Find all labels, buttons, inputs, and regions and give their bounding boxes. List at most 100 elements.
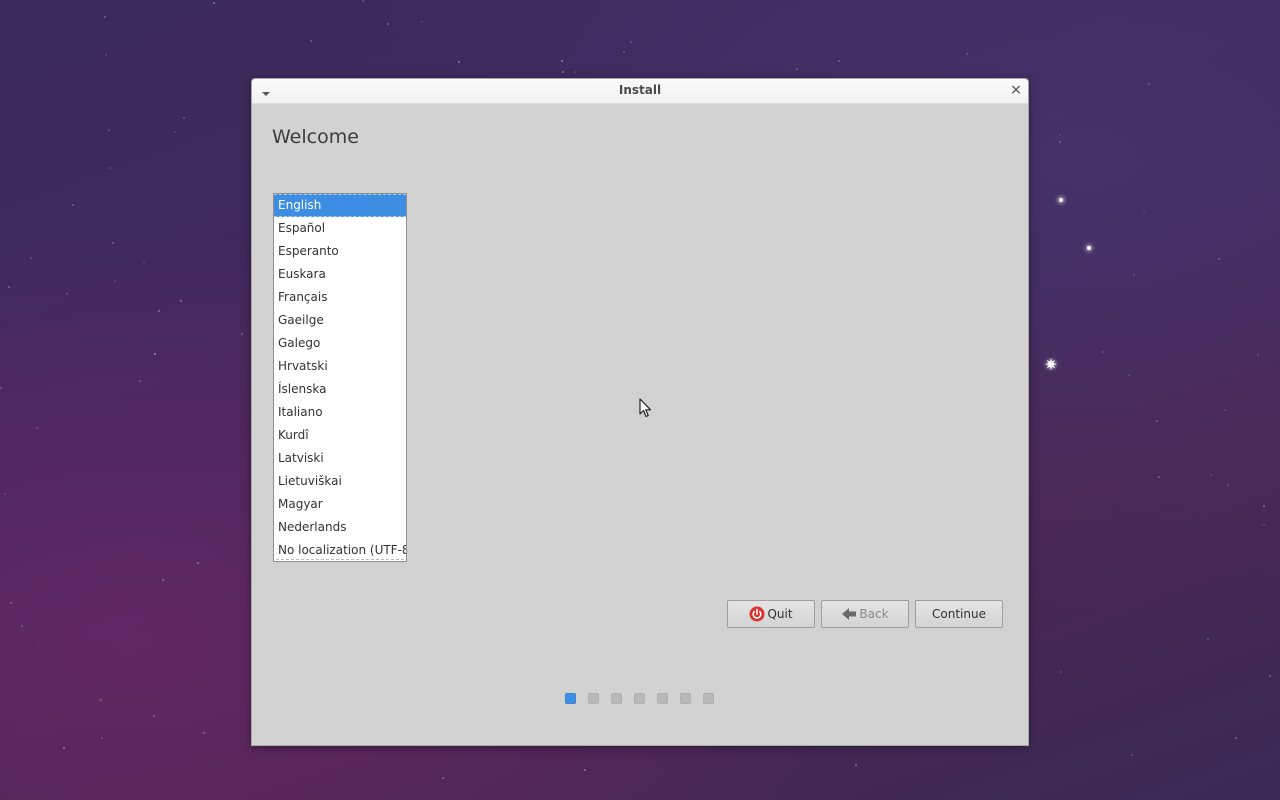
star: [154, 353, 156, 355]
language-list-item[interactable]: Español: [274, 217, 406, 240]
star: [1060, 671, 1062, 673]
star: [100, 699, 102, 701]
step-dot: [588, 693, 599, 704]
star: [574, 71, 576, 73]
step-progress-indicator: [565, 693, 714, 707]
star: [1059, 198, 1063, 202]
star: [310, 40, 312, 42]
continue-button[interactable]: Continue: [915, 600, 1003, 628]
language-list-item[interactable]: Hrvatski: [274, 355, 406, 378]
quit-button[interactable]: Quit: [727, 600, 815, 628]
star: [562, 71, 564, 73]
star: [72, 204, 74, 206]
star: [623, 51, 625, 53]
star: [139, 380, 141, 382]
language-list-item[interactable]: English: [274, 194, 406, 217]
star: [143, 261, 145, 263]
star: [197, 562, 199, 564]
star: [10, 602, 12, 604]
star: [1156, 420, 1158, 422]
language-list-item[interactable]: Euskara: [274, 263, 406, 286]
star: [1143, 210, 1145, 212]
language-list-item[interactable]: Latviski: [274, 447, 406, 470]
star: [1158, 476, 1160, 478]
star: [174, 131, 176, 133]
power-icon: [749, 606, 765, 622]
language-list[interactable]: English Español Esperanto Euskara Français Ga…: [273, 193, 407, 562]
star: [183, 117, 185, 119]
step-dot: [680, 693, 691, 704]
language-list-item[interactable]: Íslenska: [274, 378, 406, 401]
back-button[interactable]: Back: [821, 600, 909, 628]
language-list-item[interactable]: Galego: [274, 332, 406, 355]
star: [442, 777, 444, 779]
star: [1218, 258, 1220, 260]
star: [162, 579, 164, 581]
star: [108, 129, 110, 131]
star: [66, 293, 68, 295]
star: [855, 764, 857, 766]
star: [36, 427, 38, 429]
star: [1131, 754, 1133, 756]
star: [584, 769, 586, 771]
star: [1128, 374, 1130, 376]
star: [1227, 484, 1229, 486]
star: [1059, 141, 1061, 143]
star: [387, 23, 389, 25]
window-titlebar[interactable]: Install ×: [252, 79, 1028, 104]
star: [1133, 274, 1135, 276]
star: [1210, 474, 1212, 476]
star: [966, 53, 968, 55]
mouse-pointer-icon: [639, 398, 653, 418]
language-list-item[interactable]: Lietuviškai: [274, 470, 406, 493]
language-list-item[interactable]: Italiano: [274, 401, 406, 424]
language-list-item[interactable]: Gaeilge: [274, 309, 406, 332]
desktop: ✷ Install × Welcome English Español Espera…: [0, 0, 1280, 800]
back-button-label: Back: [859, 607, 889, 621]
star: [30, 257, 32, 259]
quit-button-label: Quit: [767, 607, 793, 621]
star: [109, 167, 111, 169]
list-divider: [276, 559, 404, 560]
star: [4, 493, 6, 495]
language-list-item[interactable]: Magyar: [274, 493, 406, 516]
page-title: Welcome: [272, 126, 359, 148]
star: [796, 68, 798, 70]
language-list-item[interactable]: Kurdî: [274, 424, 406, 447]
star: [153, 715, 155, 717]
star: [104, 16, 106, 18]
star: [1087, 246, 1091, 250]
close-icon[interactable]: ×: [1008, 82, 1024, 98]
language-list-item[interactable]: Nederlands: [274, 516, 406, 539]
star: [630, 41, 632, 43]
star: [1207, 638, 1209, 640]
star: [1224, 409, 1226, 411]
star: [1235, 737, 1237, 739]
language-list-item[interactable]: Français: [274, 286, 406, 309]
star: [213, 2, 215, 4]
window-title: Install: [618, 83, 662, 97]
star: [101, 737, 103, 739]
arrow-left-icon: [841, 606, 857, 622]
star: [1148, 83, 1150, 85]
star: [21, 625, 23, 627]
step-dot: [565, 693, 576, 704]
star: [1263, 505, 1265, 507]
star: [458, 61, 460, 63]
star: [561, 60, 563, 62]
language-list-item[interactable]: Esperanto: [274, 240, 406, 263]
star: [158, 310, 160, 312]
continue-button-label: Continue: [932, 607, 986, 621]
star: [114, 280, 116, 282]
star: [112, 242, 114, 244]
star: [63, 747, 65, 749]
step-dot: [634, 693, 645, 704]
step-dot: [611, 693, 622, 704]
star: [838, 60, 840, 62]
star: [0, 387, 2, 389]
star: [8, 286, 10, 288]
star: [1257, 354, 1259, 356]
star: [1263, 524, 1265, 526]
star: [1269, 675, 1271, 677]
star: [362, 0, 364, 2]
